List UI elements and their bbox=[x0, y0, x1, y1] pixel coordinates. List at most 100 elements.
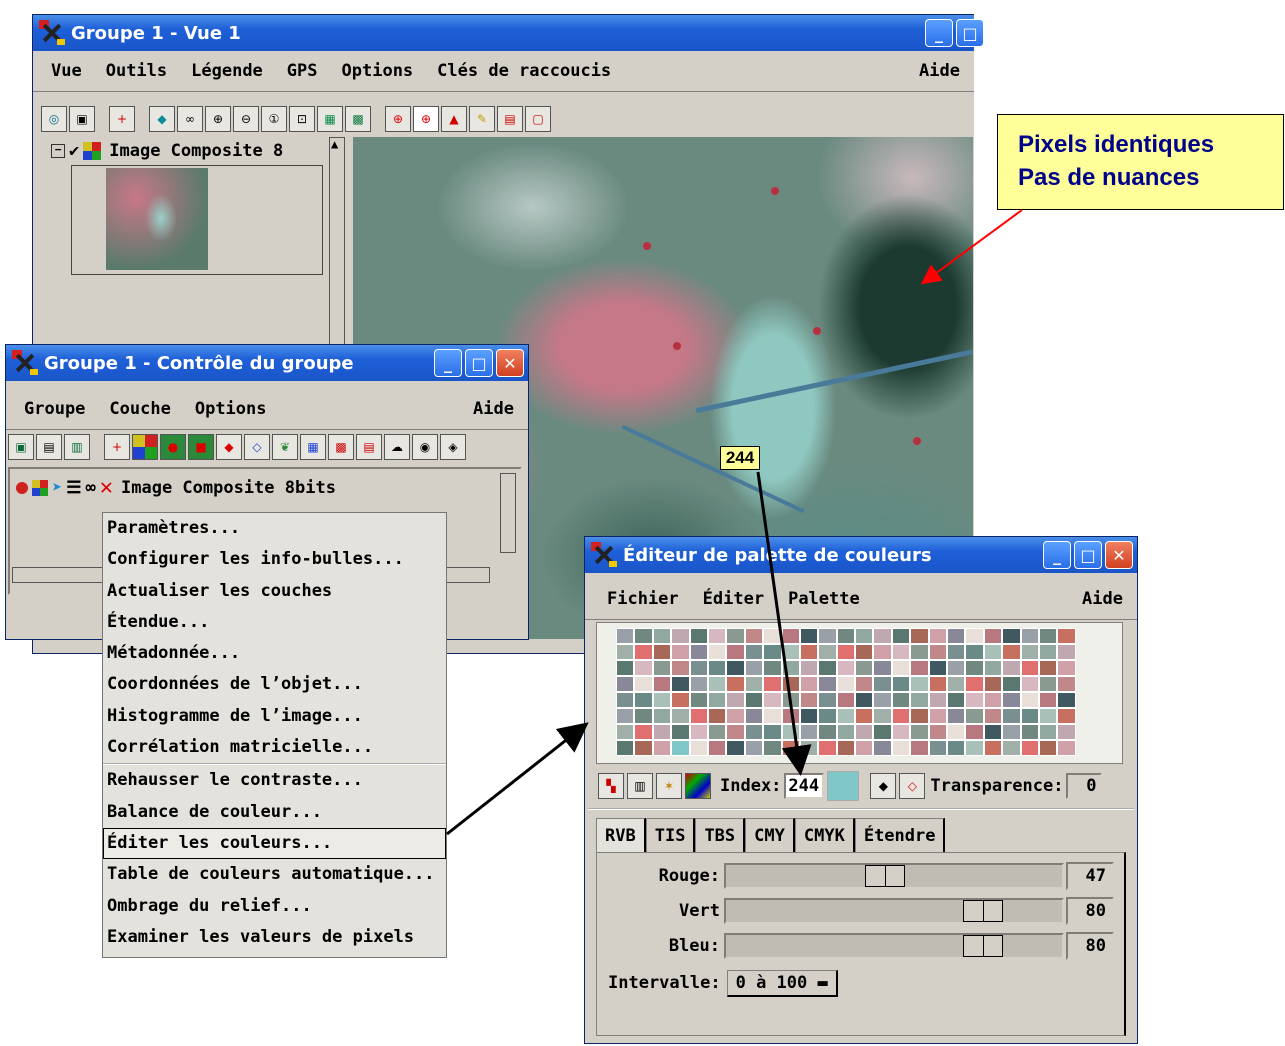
palette-swatch[interactable] bbox=[983, 660, 1003, 676]
pan-icon[interactable]: ◆ bbox=[149, 106, 175, 132]
minimize-button[interactable]: _ bbox=[434, 349, 462, 377]
palette-swatch[interactable] bbox=[818, 724, 837, 740]
menu-outils[interactable]: Outils bbox=[106, 61, 167, 81]
value-bleu[interactable]: 80 bbox=[1066, 932, 1114, 960]
palette-swatch[interactable] bbox=[965, 692, 984, 708]
palette-swatch[interactable] bbox=[616, 660, 635, 676]
palette-swatch[interactable] bbox=[1020, 644, 1039, 660]
menu-aide[interactable]: Aide bbox=[919, 61, 960, 81]
zoom-out-icon[interactable]: ⊖ bbox=[233, 106, 259, 132]
palette-swatch[interactable] bbox=[652, 740, 672, 756]
palette-swatch[interactable] bbox=[965, 660, 984, 676]
palette-swatch[interactable] bbox=[873, 628, 892, 644]
slider-vert-thumb[interactable] bbox=[963, 900, 1003, 922]
palette-swatch[interactable] bbox=[781, 692, 800, 708]
palette-swatch[interactable] bbox=[671, 740, 690, 756]
palette-swatch[interactable] bbox=[671, 660, 690, 676]
palette-swatch[interactable] bbox=[652, 692, 672, 708]
palette-swatch[interactable] bbox=[818, 708, 837, 724]
menu-item-contraste[interactable]: Rehausser le contraste... bbox=[103, 763, 446, 796]
database-icon[interactable]: ▤ bbox=[356, 434, 382, 460]
palette-swatch[interactable] bbox=[1020, 676, 1039, 692]
palette-swatch[interactable] bbox=[947, 644, 966, 660]
palette-swatch[interactable] bbox=[1057, 740, 1076, 756]
palette-swatch[interactable] bbox=[1038, 644, 1058, 660]
palette-swatch[interactable] bbox=[763, 708, 782, 724]
palette-swatch[interactable] bbox=[1020, 660, 1039, 676]
palette-swatch[interactable] bbox=[836, 740, 856, 756]
palette-swatch[interactable] bbox=[707, 708, 727, 724]
palette-swatch[interactable] bbox=[744, 708, 764, 724]
palette-swatch[interactable] bbox=[616, 724, 635, 740]
palette-swatch[interactable] bbox=[781, 708, 800, 724]
palette-swatch[interactable] bbox=[1057, 644, 1076, 660]
palette-swatch[interactable] bbox=[744, 660, 764, 676]
palette-swatch[interactable] bbox=[855, 708, 874, 724]
palette-swatch[interactable] bbox=[965, 676, 984, 692]
palette-swatch[interactable] bbox=[781, 628, 800, 644]
palette-swatch[interactable] bbox=[910, 660, 929, 676]
palette-swatch[interactable] bbox=[983, 628, 1003, 644]
close-button[interactable]: ✕ bbox=[496, 349, 524, 377]
palette-swatch[interactable] bbox=[652, 660, 672, 676]
palette-swatch[interactable] bbox=[873, 644, 892, 660]
palette-swatch[interactable] bbox=[1057, 692, 1076, 708]
palette-swatch[interactable] bbox=[1057, 724, 1076, 740]
palette-swatch[interactable] bbox=[689, 740, 708, 756]
palette-swatch[interactable] bbox=[726, 644, 745, 660]
palette-swatch[interactable] bbox=[947, 676, 966, 692]
palette-swatch[interactable] bbox=[965, 644, 984, 660]
palette-swatch[interactable] bbox=[855, 628, 874, 644]
menu-groupe[interactable]: Groupe bbox=[24, 399, 85, 419]
palette-swatch[interactable] bbox=[763, 676, 782, 692]
palette-swatch[interactable] bbox=[1038, 740, 1058, 756]
menu-item-histogramme[interactable]: Histogramme de l’image... bbox=[103, 701, 446, 732]
layer-row[interactable]: − ✔ Image Composite 8 bbox=[51, 141, 283, 161]
color-palette-grid[interactable] bbox=[596, 622, 1123, 764]
menu-item-actualiser[interactable]: Actualiser les couches bbox=[103, 576, 446, 607]
palette-swatch[interactable] bbox=[744, 740, 764, 756]
checkbox-icon[interactable]: ✔ bbox=[69, 141, 79, 161]
tab-cmy[interactable]: CMY bbox=[745, 818, 795, 852]
menu-gps[interactable]: GPS bbox=[287, 61, 318, 81]
palette-swatch[interactable] bbox=[616, 708, 635, 724]
palette-swatch[interactable] bbox=[855, 676, 874, 692]
palette-swatch[interactable] bbox=[616, 740, 635, 756]
palette-swatch[interactable] bbox=[891, 740, 911, 756]
palette-swatch[interactable] bbox=[707, 692, 727, 708]
maximize-button[interactable]: □ bbox=[956, 19, 984, 47]
palette-swatch[interactable] bbox=[836, 692, 856, 708]
palette-swatch[interactable] bbox=[855, 724, 874, 740]
palette-swatch[interactable] bbox=[928, 724, 948, 740]
palette-swatch[interactable] bbox=[891, 644, 911, 660]
palette-swatch[interactable] bbox=[910, 708, 929, 724]
palette-swatch[interactable] bbox=[1020, 692, 1039, 708]
palette-swatch[interactable] bbox=[634, 660, 653, 676]
scroll-up-icon[interactable]: ▲ bbox=[331, 137, 338, 151]
palette-swatch[interactable] bbox=[726, 724, 745, 740]
palette-swatch[interactable] bbox=[928, 740, 948, 756]
palette-swatch[interactable] bbox=[763, 628, 782, 644]
palette-swatch[interactable] bbox=[616, 676, 635, 692]
palette-swatch[interactable] bbox=[965, 740, 984, 756]
palette-swatch[interactable] bbox=[652, 676, 672, 692]
list-icon[interactable]: ☰ bbox=[66, 478, 81, 498]
clipboard-icon[interactable]: ▥ bbox=[627, 773, 653, 799]
transparency-input[interactable]: 0 bbox=[1066, 773, 1103, 799]
palette-swatch[interactable] bbox=[983, 676, 1003, 692]
copy-colors-icon[interactable]: ▚ bbox=[598, 773, 624, 799]
diamond-fill-icon[interactable]: ◆ bbox=[870, 773, 897, 799]
palette-swatch[interactable] bbox=[928, 676, 948, 692]
palette-swatch[interactable] bbox=[652, 644, 672, 660]
menu-options[interactable]: Options bbox=[342, 61, 414, 81]
menu-item-examiner-pixels[interactable]: Examiner les valeurs de pixels bbox=[103, 922, 446, 953]
collapse-icon[interactable]: − bbox=[51, 144, 65, 158]
palette-swatch[interactable] bbox=[671, 644, 690, 660]
palette-swatch[interactable] bbox=[616, 644, 635, 660]
tab-tis[interactable]: TIS bbox=[645, 818, 696, 852]
palette-swatch[interactable] bbox=[1002, 676, 1021, 692]
palette-swatch[interactable] bbox=[1002, 692, 1021, 708]
palette-swatch[interactable] bbox=[799, 660, 819, 676]
palette-swatch[interactable] bbox=[818, 740, 837, 756]
palette-title-bar[interactable]: Éditeur de palette de couleurs _ □ ✕ bbox=[585, 537, 1137, 573]
